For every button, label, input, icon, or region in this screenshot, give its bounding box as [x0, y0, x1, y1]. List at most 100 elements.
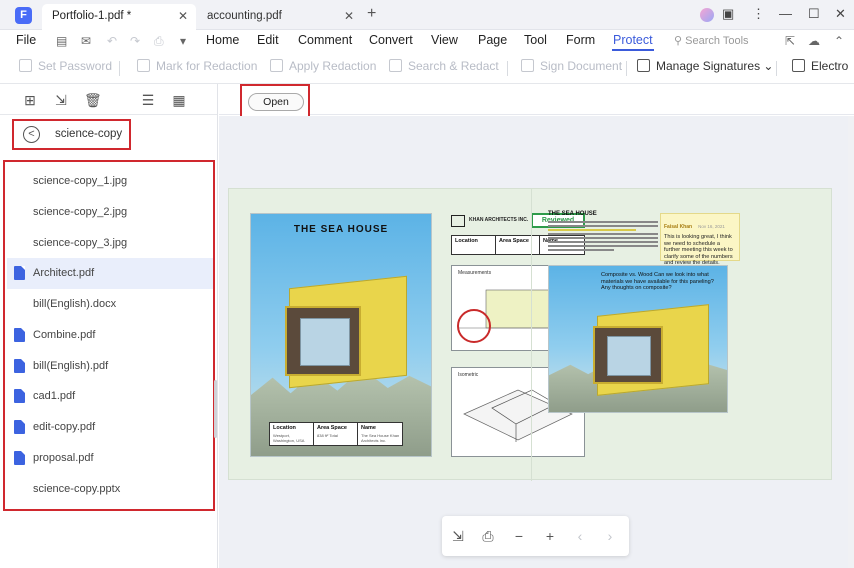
set-password-button[interactable]: Set Password [19, 59, 112, 73]
list-item[interactable]: proposal.pdf [7, 443, 213, 474]
note-text: This is looking great, I think we need t… [664, 234, 733, 266]
active-menu-indicator [612, 49, 654, 51]
menu-tool[interactable]: Tool [524, 33, 547, 47]
search-redact-label: Search & Redact [408, 59, 499, 73]
list-view-icon[interactable]: ☰ [140, 92, 156, 108]
grid-view-icon[interactable]: ▦ [171, 92, 187, 108]
folder-header[interactable]: < science-copy [12, 119, 131, 150]
print-icon[interactable]: ⎙ [480, 528, 496, 544]
lock-icon [19, 59, 32, 72]
house-window-glass [300, 318, 350, 366]
save-icon[interactable]: ▤ [56, 34, 67, 48]
feedback-icon[interactable]: ▣ [722, 6, 734, 22]
toolbar-divider [776, 61, 777, 76]
file-name: Combine.pdf [33, 329, 96, 341]
back-icon[interactable]: < [23, 126, 40, 143]
tab-accounting[interactable]: accounting.pdf ✕ [197, 4, 362, 30]
minimize-icon[interactable]: — [779, 6, 792, 21]
toolbar-divider [119, 61, 120, 76]
open-button[interactable]: Open [248, 93, 304, 111]
avatar[interactable] [700, 8, 714, 22]
body-text-placeholder [548, 221, 658, 253]
close-tab-icon[interactable]: ✕ [344, 4, 354, 29]
close-tab-icon[interactable]: ✕ [178, 4, 188, 29]
list-item[interactable]: Combine.pdf [7, 320, 213, 351]
list-item[interactable]: science-copy_3.jpg [7, 228, 213, 259]
previous-page-icon[interactable]: ‹ [572, 528, 588, 544]
zoom-in-icon[interactable]: + [542, 528, 558, 544]
undo-icon[interactable]: ↶ [107, 34, 117, 48]
tab-portfolio[interactable]: Portfolio-1.pdf * ✕ [42, 4, 196, 30]
protect-toolbar: Set Password Mark for Redaction Apply Re… [0, 52, 854, 84]
menu-edit[interactable]: Edit [257, 33, 279, 47]
list-item[interactable]: science-copy_1.jpg [7, 166, 213, 197]
more-options-icon[interactable]: ⋮ [752, 6, 765, 22]
manage-signatures-icon [637, 59, 650, 72]
manage-signatures-label: Manage Signatures [656, 59, 761, 73]
list-item[interactable]: science-copy_2.jpg [7, 197, 213, 228]
location-value: Westport, Washington, USA [273, 433, 305, 443]
list-item[interactable]: science-copy.pptx [7, 474, 213, 505]
title-bar: F Portfolio-1.pdf * ✕ accounting.pdf ✕ +… [0, 0, 854, 30]
electronic-signature-icon [792, 59, 805, 72]
pdf-file-icon [14, 389, 25, 403]
right-page-title: THE SEA HOUSE [548, 211, 597, 217]
electronic-signature-button[interactable]: Electro [792, 59, 848, 73]
menu-home[interactable]: Home [206, 33, 239, 47]
document-canvas[interactable]: THE SEA HOUSE Location Westport, Washingt… [219, 116, 854, 568]
sidebar-scrollbar[interactable] [214, 380, 217, 438]
apply-redaction-button[interactable]: Apply Redaction [270, 59, 376, 73]
close-window-icon[interactable]: ✕ [835, 6, 846, 22]
quick-access-dropdown-icon[interactable]: ▾ [180, 34, 186, 48]
delete-icon[interactable]: 🗑 [84, 92, 102, 108]
add-file-icon[interactable]: ⊞ [22, 92, 38, 108]
share-icon[interactable]: ⇱ [785, 34, 795, 48]
file-name: proposal.pdf [33, 452, 94, 464]
list-item[interactable]: bill(English).pdf [7, 351, 213, 382]
mark-redaction-icon [137, 59, 150, 72]
file-name: cad1.pdf [33, 390, 76, 402]
menu-file[interactable]: File [16, 33, 36, 47]
list-item[interactable]: edit-copy.pdf [7, 412, 213, 443]
toolbar-divider [507, 61, 508, 76]
search-tools[interactable]: ⚲ Search Tools [674, 34, 749, 47]
file-list: science-copy_1.jpg science-copy_2.jpg sc… [3, 160, 215, 511]
mark-for-redaction-button[interactable]: Mark for Redaction [137, 59, 257, 73]
khan-logo-icon [451, 215, 465, 227]
vertical-scrollbar[interactable] [848, 116, 854, 568]
file-name: science-copy.pptx [33, 483, 121, 495]
menu-comment[interactable]: Comment [298, 33, 352, 47]
pdf-file-icon [14, 266, 25, 280]
list-item[interactable]: Architect.pdf [7, 258, 213, 289]
sign-document-button[interactable]: Sign Document [521, 59, 622, 73]
next-page-icon[interactable]: › [602, 528, 618, 544]
export-icon[interactable]: ⇲ [53, 92, 69, 108]
list-item[interactable]: bill(English).docx [7, 289, 213, 320]
cloud-upload-icon[interactable]: ☁ [808, 34, 820, 48]
menu-form[interactable]: Form [566, 33, 595, 47]
pdf-file-icon [14, 359, 25, 373]
location-label: Location [273, 425, 296, 431]
file-name: Architect.pdf [33, 267, 95, 279]
manage-signatures-button[interactable]: Manage Signatures ⌄ [637, 59, 773, 73]
pdf-file-icon [14, 451, 25, 465]
mail-icon[interactable]: ✉ [81, 34, 91, 48]
list-item[interactable]: cad1.pdf [7, 381, 213, 412]
menu-page[interactable]: Page [478, 33, 507, 47]
menu-view[interactable]: View [431, 33, 458, 47]
export-page-icon[interactable]: ⇲ [450, 528, 466, 544]
sticky-note[interactable]: Faisal Khan Nov 16, 2021 This is looking … [660, 213, 740, 266]
menu-protect[interactable]: Protect [613, 33, 653, 47]
search-tools-label: Search Tools [685, 35, 749, 47]
file-name: edit-copy.pdf [33, 421, 96, 433]
maximize-icon[interactable]: ☐ [808, 6, 820, 22]
search-redact-button[interactable]: Search & Redact [389, 59, 499, 73]
print-icon[interactable]: ⎙ [154, 34, 164, 49]
menu-convert[interactable]: Convert [369, 33, 413, 47]
apply-redaction-label: Apply Redaction [289, 59, 377, 73]
collapse-ribbon-icon[interactable]: ⌃ [834, 34, 844, 48]
redo-icon[interactable]: ↷ [130, 34, 140, 48]
add-tab-icon[interactable]: + [367, 5, 376, 23]
house-info-table: Location Westport, Washington, USA Area S… [269, 422, 403, 446]
zoom-out-icon[interactable]: − [511, 528, 527, 544]
